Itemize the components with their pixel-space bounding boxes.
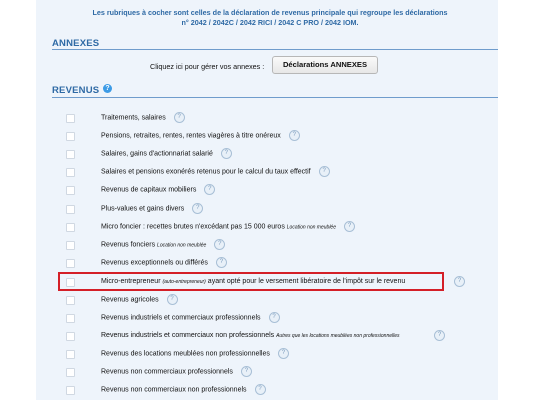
intro-line-1: Les rubriques à cocher sont celles de la…: [92, 8, 448, 17]
label-bnc-non-pro: Revenus non commerciaux non professionne…: [101, 386, 247, 394]
checkbox-fonciers[interactable]: [66, 241, 75, 250]
label-traitements: Traitements, salaires: [101, 114, 166, 122]
checkbox-bnc-non-pro[interactable]: [66, 386, 75, 395]
label-bic-non-pro: Revenus industriels et commerciaux non p…: [101, 332, 275, 339]
note-micro-foncier: Location non meublée: [286, 224, 336, 231]
help-icon-traitements[interactable]: ?: [173, 112, 185, 123]
intro-line-2: n° 2042 / 2042C / 2042 RICI / 2042 C PRO…: [181, 18, 359, 27]
help-icon-exceptionnels[interactable]: ?: [215, 257, 227, 268]
highlight-box-micro-entrepreneur: [58, 272, 444, 291]
checkbox-bnc-pro[interactable]: [66, 368, 75, 377]
help-icon-bic-non-pro[interactable]: ?: [434, 330, 445, 341]
help-icon-fonciers[interactable]: ?: [214, 239, 226, 250]
label-exoneres: Salaires et pensions exonérés retenus po…: [101, 168, 311, 176]
checkbox-exoneres[interactable]: [66, 168, 75, 177]
checkbox-meublees[interactable]: [66, 350, 75, 359]
help-icon-agricoles[interactable]: ?: [166, 294, 178, 305]
revenus-help-icon[interactable]: ?: [103, 84, 112, 93]
label-pensions: Pensions, retraites, rentes, rentes viag…: [101, 132, 281, 140]
checkbox-bic-non-pro[interactable]: [66, 332, 75, 341]
help-icon-plus-values[interactable]: ?: [192, 203, 204, 214]
label-micro-foncier: Micro foncier : recettes brutes n'excéda…: [101, 223, 285, 231]
checkbox-traitements[interactable]: [66, 114, 75, 123]
help-icon-pensions[interactable]: ?: [288, 130, 300, 141]
help-icon-bnc-non-pro[interactable]: ?: [254, 384, 266, 395]
annexes-divider: [52, 49, 498, 50]
declarations-annexes-button[interactable]: Déclarations ANNEXES: [272, 56, 378, 74]
checkbox-plus-values[interactable]: [66, 205, 75, 214]
checkbox-micro-foncier[interactable]: [66, 223, 75, 232]
label-actionnariat: Salaires, gains d'actionnariat salarié: [101, 150, 213, 158]
note-fonciers: Location non meublée: [157, 242, 207, 249]
checkbox-capitaux[interactable]: [66, 186, 75, 195]
checkbox-pensions[interactable]: [66, 132, 75, 141]
intro-text: Les rubriques à cocher sont celles de la…: [60, 8, 480, 28]
note-bic-non-pro: Autres que les locations meublées non pr…: [276, 333, 400, 339]
checkbox-exceptionnels[interactable]: [66, 259, 75, 268]
checkbox-agricoles[interactable]: [66, 296, 75, 305]
annexes-section-title: ANNEXES: [52, 38, 100, 49]
label-fonciers: Revenus fonciers: [101, 241, 156, 249]
manage-annexes-text: Cliquez ici pour gérer vos annexes :: [150, 62, 265, 71]
help-icon-bic-pro[interactable]: ?: [268, 312, 280, 323]
help-icon-micro-foncier[interactable]: ?: [344, 221, 355, 232]
label-plus-values: Plus-values et gains divers: [101, 205, 185, 213]
help-icon-actionnariat[interactable]: ?: [220, 148, 232, 159]
help-icon-exoneres[interactable]: ?: [318, 166, 330, 177]
help-icon-bnc-pro[interactable]: ?: [240, 366, 252, 377]
help-icon-meublees[interactable]: ?: [277, 348, 289, 359]
revenus-section-title: REVENUS: [52, 85, 100, 96]
label-bic-pro: Revenus industriels et commerciaux profe…: [101, 314, 261, 322]
help-icon-micro-entrepreneur[interactable]: ?: [454, 276, 465, 287]
label-capitaux: Revenus de capitaux mobiliers: [101, 186, 197, 194]
label-bnc-pro: Revenus non commerciaux professionnels: [101, 368, 233, 376]
revenus-divider: [52, 97, 498, 98]
help-icon-capitaux[interactable]: ?: [204, 184, 216, 195]
label-exceptionnels: Revenus exceptionnels ou différés: [101, 259, 208, 267]
checkbox-bic-pro[interactable]: [66, 314, 75, 323]
checkbox-actionnariat[interactable]: [66, 150, 75, 159]
label-agricoles: Revenus agricoles: [101, 296, 159, 304]
label-meublees: Revenus des locations meublées non profe…: [101, 350, 270, 358]
